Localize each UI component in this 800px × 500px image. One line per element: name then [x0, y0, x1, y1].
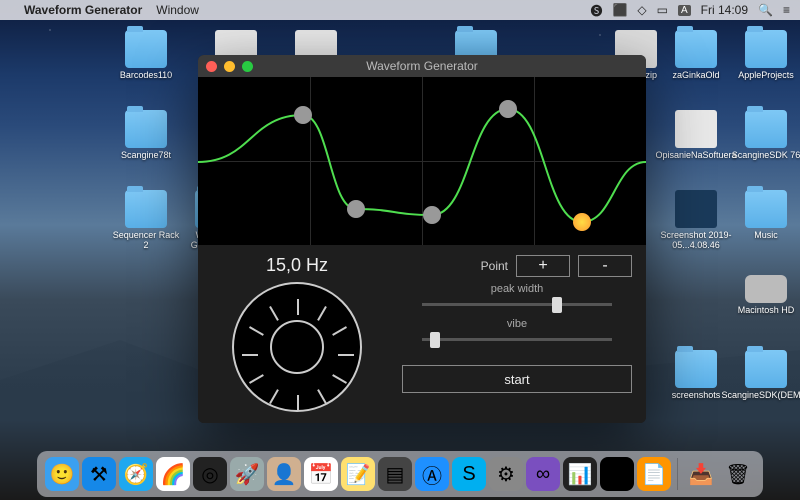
dock-preferences-icon[interactable]: ⚙	[489, 457, 523, 491]
dock-calendar-icon[interactable]: 📅	[304, 457, 338, 491]
desktop-icon[interactable]: AppleProjects	[730, 30, 800, 81]
menubar: Waveform Generator Window 🅢 ⬛ ◇ ▭ A Fri …	[0, 0, 800, 20]
dock-downloads-icon[interactable]: 📥	[684, 457, 718, 491]
waveform-generator-window: Waveform Generator 15,0 Hz Point + - pea…	[198, 55, 646, 423]
dock-safari-icon[interactable]: 🧭	[119, 457, 153, 491]
skype-statusbar-icon[interactable]: 🅢	[590, 2, 602, 19]
waveform-control-point[interactable]	[499, 100, 517, 118]
wifi-icon[interactable]: ◇	[637, 3, 646, 17]
dock-waveform-icon[interactable]: 〰	[600, 457, 634, 491]
waveform-control-point[interactable]	[294, 106, 312, 124]
dock-contacts-icon[interactable]: 👤	[267, 457, 301, 491]
dock-visualstudio-icon[interactable]: ∞	[526, 457, 560, 491]
dock-activity-icon[interactable]: 📊	[563, 457, 597, 491]
vibe-slider[interactable]	[422, 338, 612, 341]
waveform-control-point[interactable]	[347, 200, 365, 218]
desktop-icon[interactable]: Sequencer Rack 2	[110, 190, 182, 251]
desktop-icon[interactable]: Scangine78t	[110, 110, 182, 161]
window-title: Waveform Generator	[198, 59, 646, 73]
waveform-control-point[interactable]	[573, 213, 591, 231]
vibe-label: vibe	[507, 318, 527, 330]
frequency-dial[interactable]	[232, 282, 362, 412]
desktop-icon[interactable]: ScangineSDK(DEMO)	[730, 350, 800, 401]
minimize-button[interactable]	[224, 61, 235, 72]
window-titlebar[interactable]: Waveform Generator	[198, 55, 646, 77]
shield-icon[interactable]: ⬛	[612, 3, 627, 17]
maximize-button[interactable]	[242, 61, 253, 72]
dock-siri-icon[interactable]: ◎	[193, 457, 227, 491]
dock-skype-icon[interactable]: S	[452, 457, 486, 491]
peak-width-slider[interactable]	[422, 303, 612, 306]
desktop-icon[interactable]: zaGinkaOld	[660, 30, 732, 81]
dock-finder-icon[interactable]: 🙂	[45, 457, 79, 491]
window-menu[interactable]: Window	[156, 3, 199, 17]
clock[interactable]: Fri 14:09	[701, 3, 748, 17]
dock-pages-icon[interactable]: 📄	[637, 457, 671, 491]
dock: 🙂⚒🧭🌈◎🚀👤📅📝▤ⒶS⚙∞📊〰📄 📥🗑	[37, 451, 763, 497]
waveform-canvas[interactable]	[198, 77, 646, 245]
point-label: Point	[481, 259, 508, 273]
battery-icon[interactable]: ▭	[657, 3, 668, 17]
waveform-control-point[interactable]	[423, 206, 441, 224]
close-button[interactable]	[206, 61, 217, 72]
remove-point-button[interactable]: -	[578, 255, 632, 277]
app-menu[interactable]: Waveform Generator	[24, 3, 142, 17]
dock-notes-icon[interactable]: 📝	[341, 457, 375, 491]
desktop-icon[interactable]: Macintosh HD	[730, 270, 800, 316]
desktop-icon[interactable]: ScangineSDK 76	[730, 110, 800, 161]
start-button[interactable]: start	[402, 365, 632, 393]
frequency-display: 15,0 Hz	[266, 255, 328, 276]
desktop-icon[interactable]: Screenshot 2019-05...4.08.46	[660, 190, 732, 251]
dock-sublime-icon[interactable]: ▤	[378, 457, 412, 491]
add-point-button[interactable]: +	[516, 255, 570, 277]
a-icon[interactable]: A	[678, 5, 691, 16]
dock-launchpad-icon[interactable]: 🚀	[230, 457, 264, 491]
spotlight-icon[interactable]: 🔍	[758, 3, 773, 17]
dock-appstore-icon[interactable]: Ⓐ	[415, 457, 449, 491]
peak-width-label: peak width	[491, 283, 544, 295]
dock-chrome-icon[interactable]: 🌈	[156, 457, 190, 491]
dock-trash-icon[interactable]: 🗑	[721, 457, 755, 491]
controls-panel: 15,0 Hz Point + - peak width vibe start	[198, 245, 646, 423]
desktop-icon[interactable]: Barcodes110	[110, 30, 182, 81]
dock-xcode-icon[interactable]: ⚒	[82, 457, 116, 491]
desktop-icon[interactable]: OpisanieNaSoftuera	[660, 110, 732, 161]
desktop-icon[interactable]: Music	[730, 190, 800, 241]
menu-icon[interactable]: ≡	[783, 3, 790, 17]
